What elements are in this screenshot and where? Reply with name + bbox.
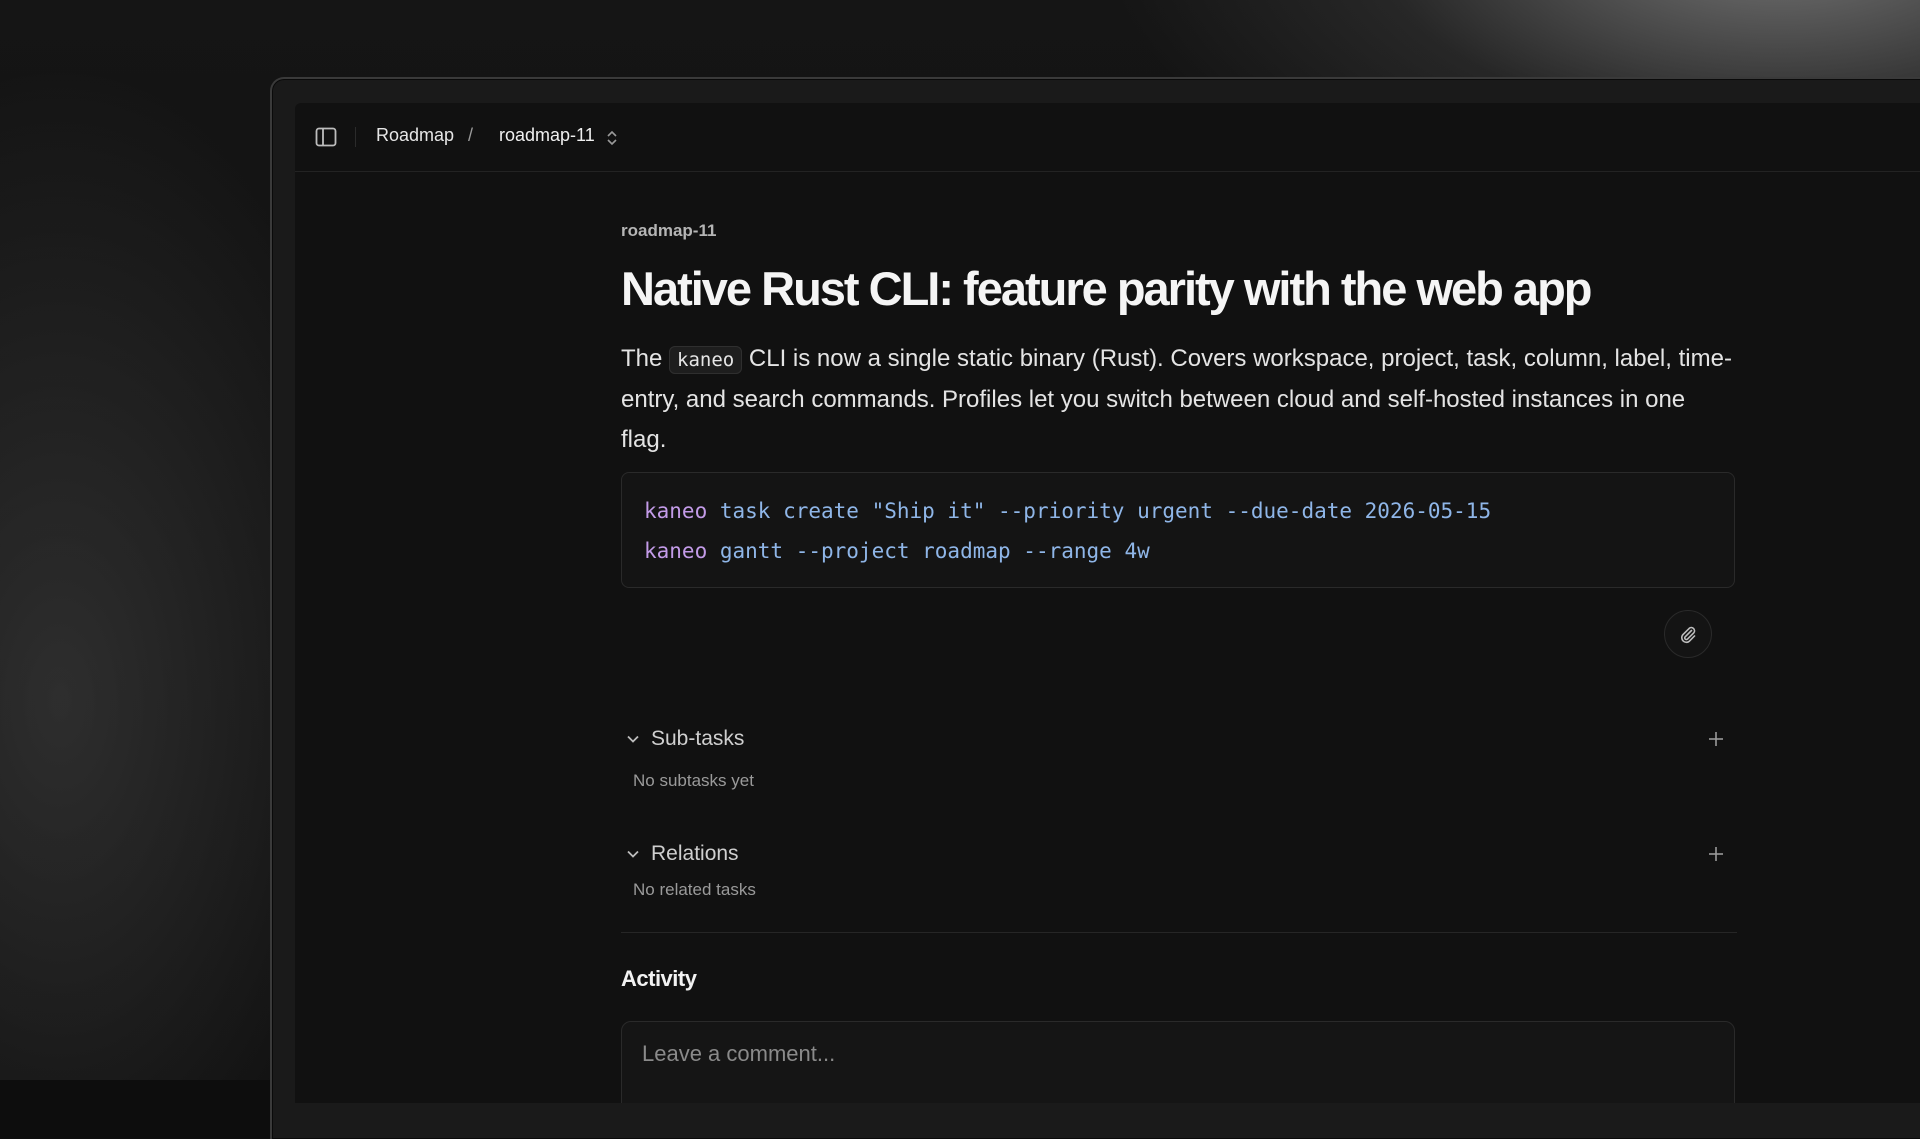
description-text-start: The — [621, 345, 670, 372]
code-command: kaneo — [644, 499, 708, 523]
chevron-up-down-icon[interactable] — [606, 129, 618, 147]
breadcrumb-separator: / — [468, 125, 474, 145]
comment-input[interactable] — [640, 1036, 1644, 1072]
code-command: kaneo — [644, 539, 708, 563]
subtasks-toggle[interactable]: Sub-tasks — [621, 725, 744, 753]
task-description[interactable]: The kaneo CLI is now a single static bin… — [621, 339, 1737, 460]
breadcrumb-roadmap[interactable]: Roadmap — [376, 125, 454, 146]
add-subtask-icon[interactable] — [1707, 730, 1725, 748]
paperclip-icon — [1680, 626, 1696, 644]
inline-code: kaneo — [669, 346, 743, 374]
chevron-down-icon — [627, 735, 639, 743]
attach-file-button[interactable] — [1664, 610, 1712, 658]
activity-heading: Activity — [621, 966, 697, 991]
subtasks-label: Sub-tasks — [651, 727, 745, 750]
task-title[interactable]: Native Rust CLI: feature parity with the… — [621, 261, 1592, 316]
section-divider — [621, 932, 1737, 933]
code-arguments: task create "Ship it" --priority urgent … — [707, 499, 1492, 523]
comment-box[interactable] — [621, 1021, 1735, 1103]
relations-label: Relations — [651, 842, 739, 865]
top-bar: Roadmap / roadmap-11 — [295, 103, 1920, 172]
relations-empty-note: No related tasks — [633, 880, 756, 899]
code-line: kaneo gantt --project roadmap --range 4w — [644, 531, 1712, 571]
description-text-end: CLI is now a single static binary (Rust)… — [621, 345, 1732, 453]
app-window: Roadmap / roadmap-11 roadmap-11 Native R… — [295, 103, 1920, 1103]
task-id: roadmap-11 — [621, 221, 717, 240]
code-line: kaneo task create "Ship it" --priority u… — [644, 491, 1712, 531]
code-block[interactable]: kaneo task create "Ship it" --priority u… — [621, 472, 1735, 588]
breadcrumb-current-task[interactable]: roadmap-11 — [499, 125, 595, 146]
add-relation-icon[interactable] — [1707, 845, 1725, 863]
relations-toggle[interactable]: Relations — [621, 840, 739, 868]
topbar-divider — [355, 127, 356, 147]
code-arguments: gantt --project roadmap --range 4w — [707, 539, 1150, 563]
subtasks-empty-note: No subtasks yet — [633, 771, 754, 790]
chevron-down-icon — [627, 850, 639, 858]
sidebar-toggle-icon[interactable] — [315, 127, 337, 147]
